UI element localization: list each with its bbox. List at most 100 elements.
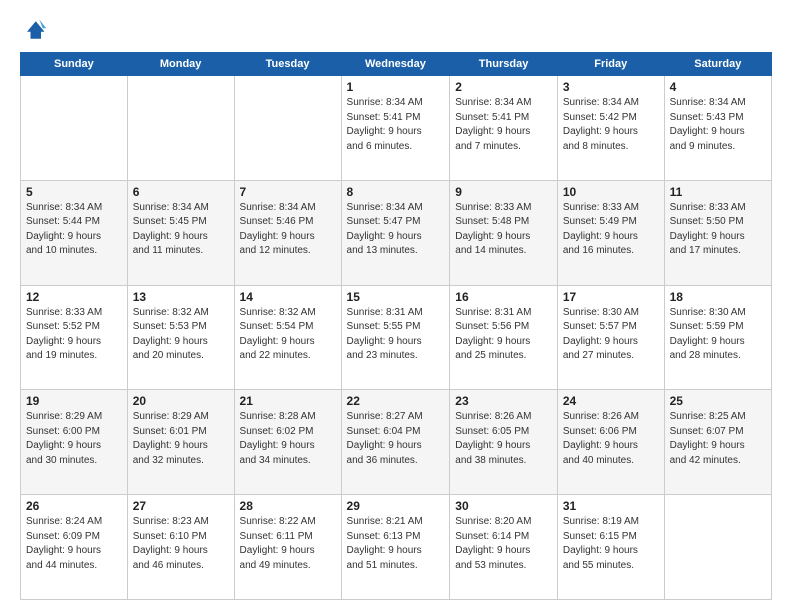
- week-row-5: 26Sunrise: 8:24 AM Sunset: 6:09 PM Dayli…: [21, 495, 772, 600]
- day-number: 26: [26, 499, 122, 513]
- day-number: 14: [240, 290, 336, 304]
- day-number: 30: [455, 499, 552, 513]
- calendar-cell: 5 Sunrise: 8:34 AM Sunset: 5:44 PM Daylig…: [21, 180, 128, 285]
- day-number: 13: [133, 290, 229, 304]
- day-info: Sunrise: 8:26 AM Sunset: 6:05 PM Dayligh…: [455, 410, 552, 468]
- day-info: Sunrise: 8:22 AM Sunset: 6:11 PM Dayligh…: [240, 515, 336, 573]
- calendar-cell: 22 Sunrise: 8:27 AM Sunset: 6:04 PM Dayli…: [341, 390, 450, 495]
- calendar-cell: 14 Sunrise: 8:32 AM Sunset: 5:54 PM Dayli…: [234, 285, 341, 390]
- day-info: Sunrise: 8:28 AM Sunset: 6:02 PM Dayligh…: [240, 410, 336, 468]
- calendar-cell: 9 Sunrise: 8:33 AM Sunset: 5:48 PM Daylig…: [450, 180, 558, 285]
- day-number: 28: [240, 499, 336, 513]
- day-number: 5: [26, 185, 122, 199]
- calendar-cell: 18 Sunrise: 8:30 AM Sunset: 5:59 PM Dayli…: [664, 285, 771, 390]
- day-number: 16: [455, 290, 552, 304]
- day-number: 23: [455, 394, 552, 408]
- calendar-cell: 6 Sunrise: 8:34 AM Sunset: 5:45 PM Daylig…: [127, 180, 234, 285]
- calendar-cell: 24 Sunrise: 8:26 AM Sunset: 6:06 PM Dayli…: [557, 390, 664, 495]
- day-number: 31: [563, 499, 659, 513]
- calendar-cell: 27 Sunrise: 8:23 AM Sunset: 6:10 PM Dayli…: [127, 495, 234, 600]
- day-number: 1: [347, 80, 445, 94]
- day-info: Sunrise: 8:33 AM Sunset: 5:52 PM Dayligh…: [26, 306, 122, 364]
- day-number: 15: [347, 290, 445, 304]
- header: [20, 16, 772, 44]
- day-number: 8: [347, 185, 445, 199]
- day-number: 29: [347, 499, 445, 513]
- day-info: Sunrise: 8:34 AM Sunset: 5:44 PM Dayligh…: [26, 201, 122, 259]
- calendar-cell: 3 Sunrise: 8:34 AM Sunset: 5:42 PM Daylig…: [557, 76, 664, 181]
- day-info: Sunrise: 8:30 AM Sunset: 5:59 PM Dayligh…: [670, 306, 766, 364]
- day-number: 3: [563, 80, 659, 94]
- day-info: Sunrise: 8:26 AM Sunset: 6:06 PM Dayligh…: [563, 410, 659, 468]
- calendar-cell: [127, 76, 234, 181]
- calendar-cell: 17 Sunrise: 8:30 AM Sunset: 5:57 PM Dayli…: [557, 285, 664, 390]
- calendar: SundayMondayTuesdayWednesdayThursdayFrid…: [20, 52, 772, 600]
- day-info: Sunrise: 8:23 AM Sunset: 6:10 PM Dayligh…: [133, 515, 229, 573]
- day-number: 27: [133, 499, 229, 513]
- calendar-cell: 10 Sunrise: 8:33 AM Sunset: 5:49 PM Dayli…: [557, 180, 664, 285]
- day-info: Sunrise: 8:34 AM Sunset: 5:42 PM Dayligh…: [563, 96, 659, 154]
- day-info: Sunrise: 8:30 AM Sunset: 5:57 PM Dayligh…: [563, 306, 659, 364]
- day-info: Sunrise: 8:32 AM Sunset: 5:54 PM Dayligh…: [240, 306, 336, 364]
- week-row-4: 19 Sunrise: 8:29 AM Sunset: 6:00 PM Dayli…: [21, 390, 772, 495]
- day-info: Sunrise: 8:29 AM Sunset: 6:00 PM Dayligh…: [26, 410, 122, 468]
- calendar-cell: 26Sunrise: 8:24 AM Sunset: 6:09 PM Dayli…: [21, 495, 128, 600]
- day-info: Sunrise: 8:34 AM Sunset: 5:46 PM Dayligh…: [240, 201, 336, 259]
- day-info: Sunrise: 8:31 AM Sunset: 5:55 PM Dayligh…: [347, 306, 445, 364]
- day-number: 25: [670, 394, 766, 408]
- day-info: Sunrise: 8:34 AM Sunset: 5:43 PM Dayligh…: [670, 96, 766, 154]
- calendar-cell: 16 Sunrise: 8:31 AM Sunset: 5:56 PM Dayli…: [450, 285, 558, 390]
- calendar-cell: 2 Sunrise: 8:34 AM Sunset: 5:41 PM Daylig…: [450, 76, 558, 181]
- day-number: 18: [670, 290, 766, 304]
- logo: [20, 16, 52, 44]
- day-number: 22: [347, 394, 445, 408]
- day-info: Sunrise: 8:33 AM Sunset: 5:48 PM Dayligh…: [455, 201, 552, 259]
- day-info: Sunrise: 8:19 AM Sunset: 6:15 PM Dayligh…: [563, 515, 659, 573]
- day-number: 12: [26, 290, 122, 304]
- day-info: Sunrise: 8:27 AM Sunset: 6:04 PM Dayligh…: [347, 410, 445, 468]
- weekday-thursday: Thursday: [450, 53, 558, 76]
- calendar-cell: [664, 495, 771, 600]
- page: SundayMondayTuesdayWednesdayThursdayFrid…: [0, 0, 792, 612]
- day-number: 20: [133, 394, 229, 408]
- day-info: Sunrise: 8:25 AM Sunset: 6:07 PM Dayligh…: [670, 410, 766, 468]
- weekday-saturday: Saturday: [664, 53, 771, 76]
- calendar-cell: 20Sunrise: 8:29 AM Sunset: 6:01 PM Dayli…: [127, 390, 234, 495]
- calendar-cell: 8 Sunrise: 8:34 AM Sunset: 5:47 PM Daylig…: [341, 180, 450, 285]
- calendar-cell: 29 Sunrise: 8:21 AM Sunset: 6:13 PM Dayli…: [341, 495, 450, 600]
- day-number: 24: [563, 394, 659, 408]
- calendar-cell: 21 Sunrise: 8:28 AM Sunset: 6:02 PM Dayli…: [234, 390, 341, 495]
- week-row-1: 1 Sunrise: 8:34 AM Sunset: 5:41 PM Daylig…: [21, 76, 772, 181]
- day-info: Sunrise: 8:31 AM Sunset: 5:56 PM Dayligh…: [455, 306, 552, 364]
- day-number: 6: [133, 185, 229, 199]
- day-info: Sunrise: 8:33 AM Sunset: 5:49 PM Dayligh…: [563, 201, 659, 259]
- day-number: 17: [563, 290, 659, 304]
- day-number: 21: [240, 394, 336, 408]
- weekday-wednesday: Wednesday: [341, 53, 450, 76]
- calendar-cell: 23 Sunrise: 8:26 AM Sunset: 6:05 PM Dayli…: [450, 390, 558, 495]
- weekday-sunday: Sunday: [21, 53, 128, 76]
- calendar-cell: 4 Sunrise: 8:34 AM Sunset: 5:43 PM Daylig…: [664, 76, 771, 181]
- day-number: 11: [670, 185, 766, 199]
- day-number: 9: [455, 185, 552, 199]
- day-number: 7: [240, 185, 336, 199]
- calendar-cell: 7 Sunrise: 8:34 AM Sunset: 5:46 PM Daylig…: [234, 180, 341, 285]
- day-number: 19: [26, 394, 122, 408]
- calendar-cell: [234, 76, 341, 181]
- calendar-cell: 11 Sunrise: 8:33 AM Sunset: 5:50 PM Dayli…: [664, 180, 771, 285]
- day-info: Sunrise: 8:34 AM Sunset: 5:41 PM Dayligh…: [455, 96, 552, 154]
- weekday-friday: Friday: [557, 53, 664, 76]
- day-info: Sunrise: 8:34 AM Sunset: 5:47 PM Dayligh…: [347, 201, 445, 259]
- day-info: Sunrise: 8:33 AM Sunset: 5:50 PM Dayligh…: [670, 201, 766, 259]
- weekday-tuesday: Tuesday: [234, 53, 341, 76]
- day-info: Sunrise: 8:32 AM Sunset: 5:53 PM Dayligh…: [133, 306, 229, 364]
- day-number: 2: [455, 80, 552, 94]
- day-number: 4: [670, 80, 766, 94]
- week-row-3: 12 Sunrise: 8:33 AM Sunset: 5:52 PM Dayli…: [21, 285, 772, 390]
- day-info: Sunrise: 8:21 AM Sunset: 6:13 PM Dayligh…: [347, 515, 445, 573]
- day-info: Sunrise: 8:34 AM Sunset: 5:45 PM Dayligh…: [133, 201, 229, 259]
- calendar-cell: 28 Sunrise: 8:22 AM Sunset: 6:11 PM Dayli…: [234, 495, 341, 600]
- calendar-cell: 31 Sunrise: 8:19 AM Sunset: 6:15 PM Dayli…: [557, 495, 664, 600]
- day-number: 10: [563, 185, 659, 199]
- week-row-2: 5 Sunrise: 8:34 AM Sunset: 5:44 PM Daylig…: [21, 180, 772, 285]
